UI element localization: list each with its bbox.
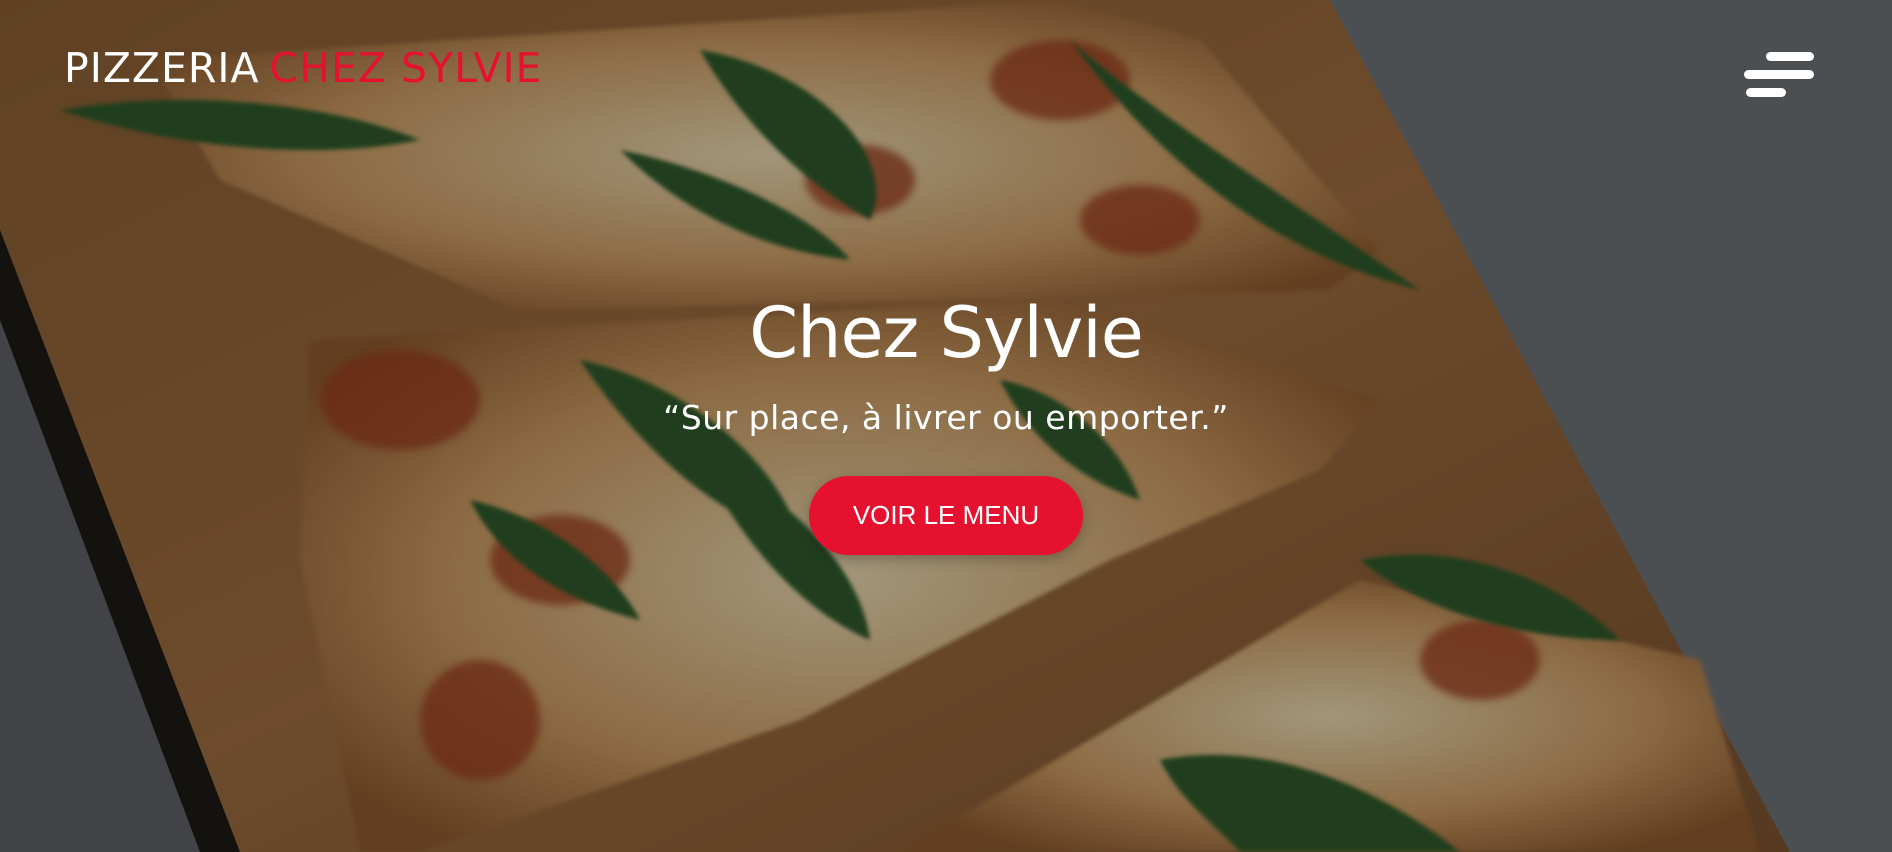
logo-text-chez-sylvie: CHEZ SYLVIE	[269, 44, 543, 92]
hamburger-menu-icon[interactable]	[1744, 50, 1816, 100]
logo-text-pizzeria: PIZZERIA	[64, 44, 260, 92]
site-logo[interactable]: PIZZERIA CHEZ SYLVIE	[64, 48, 542, 89]
hero-section: PIZZERIA CHEZ SYLVIE Chez Sylvie “Sur pla…	[0, 0, 1892, 852]
hero-title: Chez Sylvie	[749, 292, 1144, 374]
hero-subtitle: “Sur place, à livrer ou emporter.”	[663, 398, 1229, 437]
hero-content: Chez Sylvie “Sur place, à livrer ou empo…	[0, 290, 1892, 555]
menu-line-middle	[1744, 70, 1814, 79]
menu-line-bottom	[1746, 88, 1786, 97]
menu-line-top	[1766, 52, 1814, 61]
view-menu-button[interactable]: VOIR LE MENU	[809, 476, 1083, 555]
